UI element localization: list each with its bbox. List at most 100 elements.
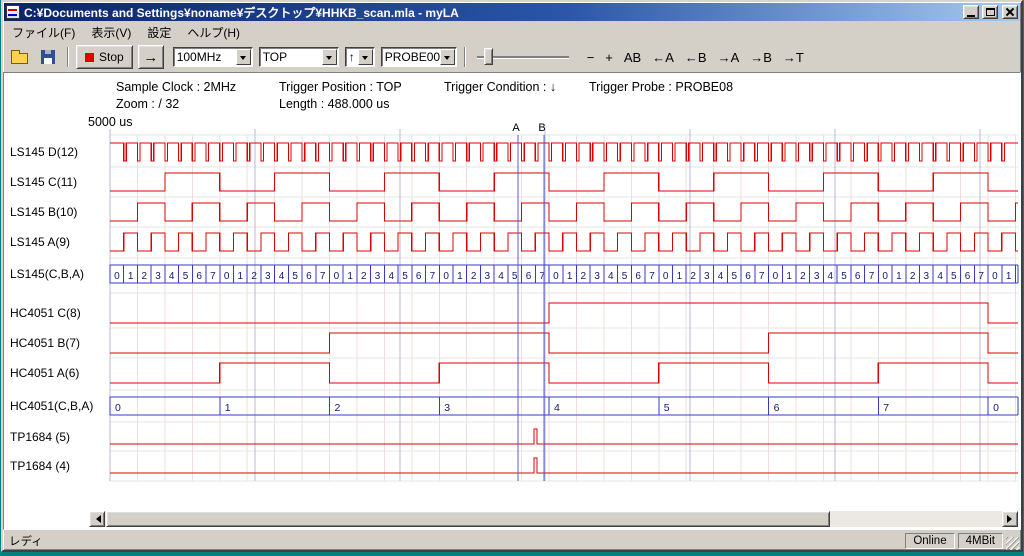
app-icon [6, 5, 20, 19]
stop-button-label: Stop [99, 50, 124, 64]
svg-text:2: 2 [335, 402, 341, 414]
svg-text:6: 6 [745, 271, 751, 282]
save-button[interactable] [36, 45, 60, 69]
title-bar[interactable]: C:¥Documents and Settings¥noname¥デスクトップ¥… [4, 3, 1020, 21]
svg-text:4: 4 [169, 271, 175, 282]
channel-label-4: LS145(C,B,A) [10, 267, 84, 281]
channel-label-1: LS145 C(11) [10, 175, 77, 189]
svg-text:4: 4 [279, 271, 285, 282]
waveform-client: Sample Clock : 2MHz Trigger Position : T… [3, 72, 1021, 530]
svg-text:3: 3 [704, 271, 710, 282]
zoom-in-button[interactable]: + [600, 47, 618, 68]
nav-button-group: −+AB←A←B→A→B→T [582, 47, 809, 68]
menu-bar: ファイル(F)表示(V)設定ヘルプ(H) [3, 23, 1021, 42]
svg-text:6: 6 [635, 271, 641, 282]
svg-text:0: 0 [773, 271, 779, 282]
svg-text:0: 0 [224, 271, 230, 282]
arrow-left-icon [92, 515, 101, 523]
svg-text:3: 3 [444, 402, 450, 414]
scrollbar-thumb[interactable] [106, 511, 830, 527]
svg-text:2: 2 [690, 271, 696, 282]
online-indicator: Online [905, 533, 954, 549]
sample-rate-arrow-button[interactable] [236, 49, 251, 65]
resize-grip[interactable] [1006, 537, 1019, 550]
scroll-right-button[interactable] [1002, 511, 1018, 527]
trigger-edge-arrow-button[interactable] [358, 49, 373, 65]
goto-b-left-button[interactable]: ←B [680, 47, 712, 68]
svg-text:3: 3 [265, 271, 271, 282]
svg-text:3: 3 [594, 271, 600, 282]
svg-text:1: 1 [786, 271, 792, 282]
maximize-icon [986, 8, 995, 16]
menu-item-3[interactable]: ヘルプ(H) [179, 22, 248, 44]
trigger-position-arrow-button[interactable] [322, 49, 337, 65]
svg-text:3: 3 [155, 271, 161, 282]
channel-label-6: HC4051 B(7) [10, 336, 80, 350]
goto-a-left-button[interactable]: ←A [647, 47, 679, 68]
zoom-out-button[interactable]: − [582, 47, 600, 68]
channel-label-3: LS145 A(9) [10, 235, 70, 249]
menu-item-2[interactable]: 設定 [139, 22, 179, 44]
svg-text:7: 7 [978, 271, 984, 282]
svg-text:1: 1 [128, 271, 134, 282]
window-title: C:¥Documents and Settings¥noname¥デスクトップ¥… [22, 4, 960, 21]
svg-text:0: 0 [114, 271, 120, 282]
goto-a-right-button[interactable]: →A [713, 47, 745, 68]
trigger-position-dropdown[interactable]: TOP [259, 47, 339, 67]
svg-text:2: 2 [142, 271, 148, 282]
cursor-ab-button[interactable]: AB [619, 47, 646, 68]
svg-text:1: 1 [896, 271, 902, 282]
svg-text:4: 4 [389, 271, 395, 282]
probe-select-dropdown[interactable]: PROBE00 [381, 47, 457, 67]
slider-thumb[interactable] [484, 48, 493, 65]
close-button[interactable] [1002, 5, 1018, 19]
svg-text:6: 6 [965, 271, 971, 282]
trigger-edge-value: ↑ [346, 50, 358, 64]
svg-text:4: 4 [718, 271, 724, 282]
sample-rate-dropdown[interactable]: 100MHz [173, 47, 253, 67]
svg-text:6: 6 [774, 402, 780, 414]
channel-label-9: TP1684 (5) [10, 430, 70, 444]
menu-item-1[interactable]: 表示(V) [83, 22, 139, 44]
trigger-position-value: TOP [260, 50, 322, 64]
minimize-button[interactable] [963, 5, 979, 19]
dropdown-group: 100MHz TOP ↑ PROBE00 [173, 47, 457, 67]
svg-text:7: 7 [649, 271, 655, 282]
horizontal-scrollbar[interactable] [89, 511, 1018, 527]
svg-text:4: 4 [498, 271, 504, 282]
probe-select-arrow-button[interactable] [440, 49, 455, 65]
svg-text:7: 7 [869, 271, 875, 282]
svg-text:5: 5 [402, 271, 408, 282]
run-button[interactable]: → [138, 45, 164, 69]
svg-text:6: 6 [196, 271, 202, 282]
svg-text:0: 0 [663, 271, 669, 282]
goto-b-right-button[interactable]: →B [745, 47, 777, 68]
svg-text:0: 0 [882, 271, 888, 282]
svg-text:7: 7 [320, 271, 326, 282]
open-file-button[interactable] [7, 45, 31, 69]
svg-text:B: B [538, 122, 545, 134]
menu-item-0[interactable]: ファイル(F) [4, 22, 83, 44]
svg-text:5: 5 [292, 271, 298, 282]
scroll-left-button[interactable] [89, 511, 105, 527]
position-slider[interactable] [475, 45, 571, 69]
open-folder-icon [11, 53, 28, 64]
svg-text:6: 6 [526, 271, 532, 282]
svg-text:5: 5 [622, 271, 628, 282]
svg-text:7: 7 [430, 271, 436, 282]
channel-label-8: HC4051(C,B,A) [10, 399, 93, 413]
maximize-button[interactable] [982, 5, 998, 19]
trigger-edge-dropdown[interactable]: ↑ [345, 47, 375, 67]
svg-text:5: 5 [841, 271, 847, 282]
svg-text:5: 5 [732, 271, 738, 282]
stop-button[interactable]: Stop [76, 45, 133, 69]
svg-text:1: 1 [238, 271, 244, 282]
chevron-down-icon [444, 56, 450, 63]
probe-select-value: PROBE00 [382, 50, 440, 64]
svg-text:1: 1 [457, 271, 463, 282]
svg-text:5: 5 [664, 402, 670, 414]
goto-trigger-button[interactable]: →T [778, 47, 809, 68]
svg-text:1: 1 [225, 402, 231, 414]
waveform-display[interactable]: 0123456701234567012345670123456701234567… [4, 73, 1021, 509]
svg-text:0: 0 [334, 271, 340, 282]
